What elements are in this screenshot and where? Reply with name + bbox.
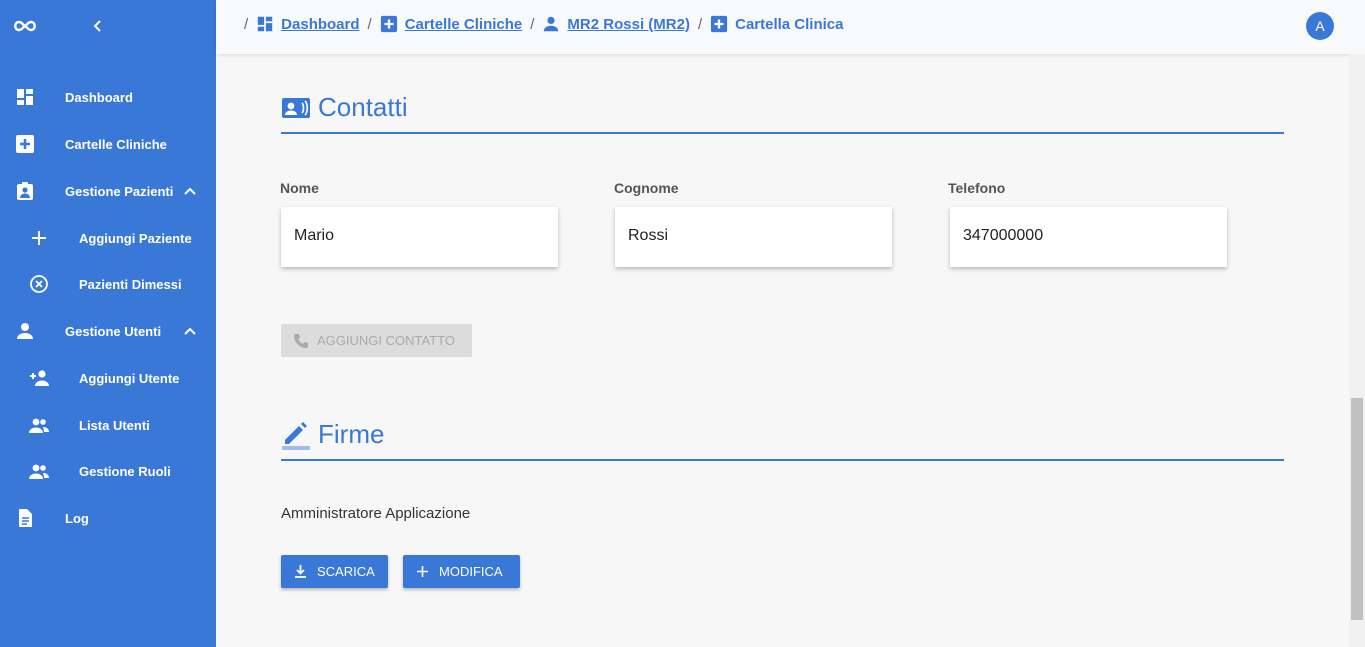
breadcrumb-cartelle-cliniche[interactable]: Cartelle Cliniche (380, 15, 522, 33)
chevron-up-icon[interactable] (183, 324, 197, 338)
infinity-icon[interactable] (12, 15, 38, 37)
contatti-divider (281, 132, 1284, 134)
breadcrumb-cartella-clinica: Cartella Clinica (710, 15, 844, 33)
sidebar-item-label: Dashboard (65, 89, 133, 105)
telefono-field[interactable]: 347000000 (950, 207, 1227, 267)
sidebar-item-aggiungi-paziente[interactable]: Aggiungi Paziente (0, 218, 216, 258)
chevron-up-icon[interactable] (183, 184, 197, 198)
add-contact-button[interactable]: AGGIUNGI CONTATTO (281, 324, 472, 357)
sidebar: Dashboard Cartelle Cliniche Gestione Paz… (0, 0, 216, 647)
clipboard-user-icon (17, 182, 33, 200)
sidebar-item-label: Pazienti Dimessi (79, 276, 182, 292)
edit-button[interactable]: MODIFICA (403, 555, 520, 588)
phone-icon (294, 333, 308, 348)
avatar[interactable]: A (1306, 12, 1334, 40)
download-label: SCARICA (317, 564, 375, 579)
breadcrumb: / Dashboard / Cartelle Cliniche / MR2 Ro… (244, 15, 852, 33)
sidebar-item-label: Aggiungi Utente (79, 370, 180, 386)
sidebar-item-gestione-ruoli[interactable]: Gestione Ruoli (0, 451, 216, 491)
contatti-heading: Contatti (281, 92, 408, 123)
sidebar-item-label: Lista Utenti (79, 417, 150, 433)
add-contact-label: AGGIUNGI CONTATTO (317, 333, 455, 348)
pencil-icon (282, 421, 310, 450)
sidebar-item-label: Log (65, 510, 89, 526)
scrollbar-thumb[interactable] (1351, 398, 1363, 620)
cognome-field[interactable]: Rossi (615, 207, 892, 267)
person-add-icon (30, 370, 49, 386)
sidebar-item-lista-utenti[interactable]: Lista Utenti (0, 405, 216, 445)
telefono-label: Telefono (948, 180, 1006, 196)
nome-field[interactable]: Mario (281, 207, 558, 267)
sidebar-item-label: Aggiungi Paziente (79, 230, 192, 246)
plus-icon (32, 231, 46, 245)
breadcrumb-separator: / (244, 15, 249, 33)
download-button[interactable]: SCARICA (281, 555, 388, 588)
sidebar-item-gestione-utenti[interactable]: Gestione Utenti (0, 311, 216, 351)
breadcrumb-separator: / (530, 15, 535, 33)
medical-plus-icon (711, 15, 728, 33)
sidebar-item-aggiungi-utente[interactable]: Aggiungi Utente (0, 358, 216, 398)
circle-x-icon (30, 275, 48, 293)
person-icon (17, 323, 33, 339)
signer-name: Amministratore Applicazione (281, 505, 471, 522)
edit-label: MODIFICA (439, 564, 503, 579)
cognome-label: Cognome (614, 180, 679, 196)
contact-card-icon (282, 97, 310, 118)
top-bar: / Dashboard / Cartelle Cliniche / MR2 Ro… (216, 0, 1365, 54)
chevron-left-icon[interactable] (88, 16, 106, 36)
sidebar-item-label: Gestione Pazienti (65, 183, 174, 199)
sidebar-item-label: Cartelle Cliniche (65, 136, 167, 152)
breadcrumb-patient[interactable]: MR2 Rossi (MR2) (542, 15, 690, 33)
plus-icon (417, 566, 428, 577)
nome-label: Nome (280, 180, 319, 196)
breadcrumb-dashboard[interactable]: Dashboard (256, 15, 360, 33)
sidebar-item-pazienti-dimessi[interactable]: Pazienti Dimessi (0, 264, 216, 304)
person-icon (544, 16, 559, 32)
document-icon (19, 509, 32, 527)
sidebar-item-gestione-pazienti[interactable]: Gestione Pazienti (0, 171, 216, 211)
sidebar-item-label: Gestione Utenti (65, 323, 162, 339)
firme-heading: Firme (281, 419, 384, 450)
medical-plus-icon (16, 135, 34, 153)
contatti-title: Contatti (318, 92, 408, 122)
sidebar-item-dashboard[interactable]: Dashboard (0, 77, 216, 117)
breadcrumb-separator: / (367, 15, 372, 33)
medical-plus-icon (380, 15, 397, 33)
dashboard-icon (257, 16, 273, 32)
sidebar-item-label: Gestione Ruoli (79, 463, 171, 479)
sidebar-item-log[interactable]: Log (0, 498, 216, 538)
firme-title: Firme (318, 419, 385, 449)
firme-divider (281, 459, 1284, 461)
download-icon (295, 565, 306, 578)
sidebar-header (0, 0, 216, 52)
people-icon (29, 418, 49, 433)
sidebar-item-cartelle-cliniche[interactable]: Cartelle Cliniche (0, 124, 216, 164)
breadcrumb-separator: / (697, 15, 703, 33)
dashboard-icon (17, 89, 33, 105)
people-icon (29, 464, 49, 479)
